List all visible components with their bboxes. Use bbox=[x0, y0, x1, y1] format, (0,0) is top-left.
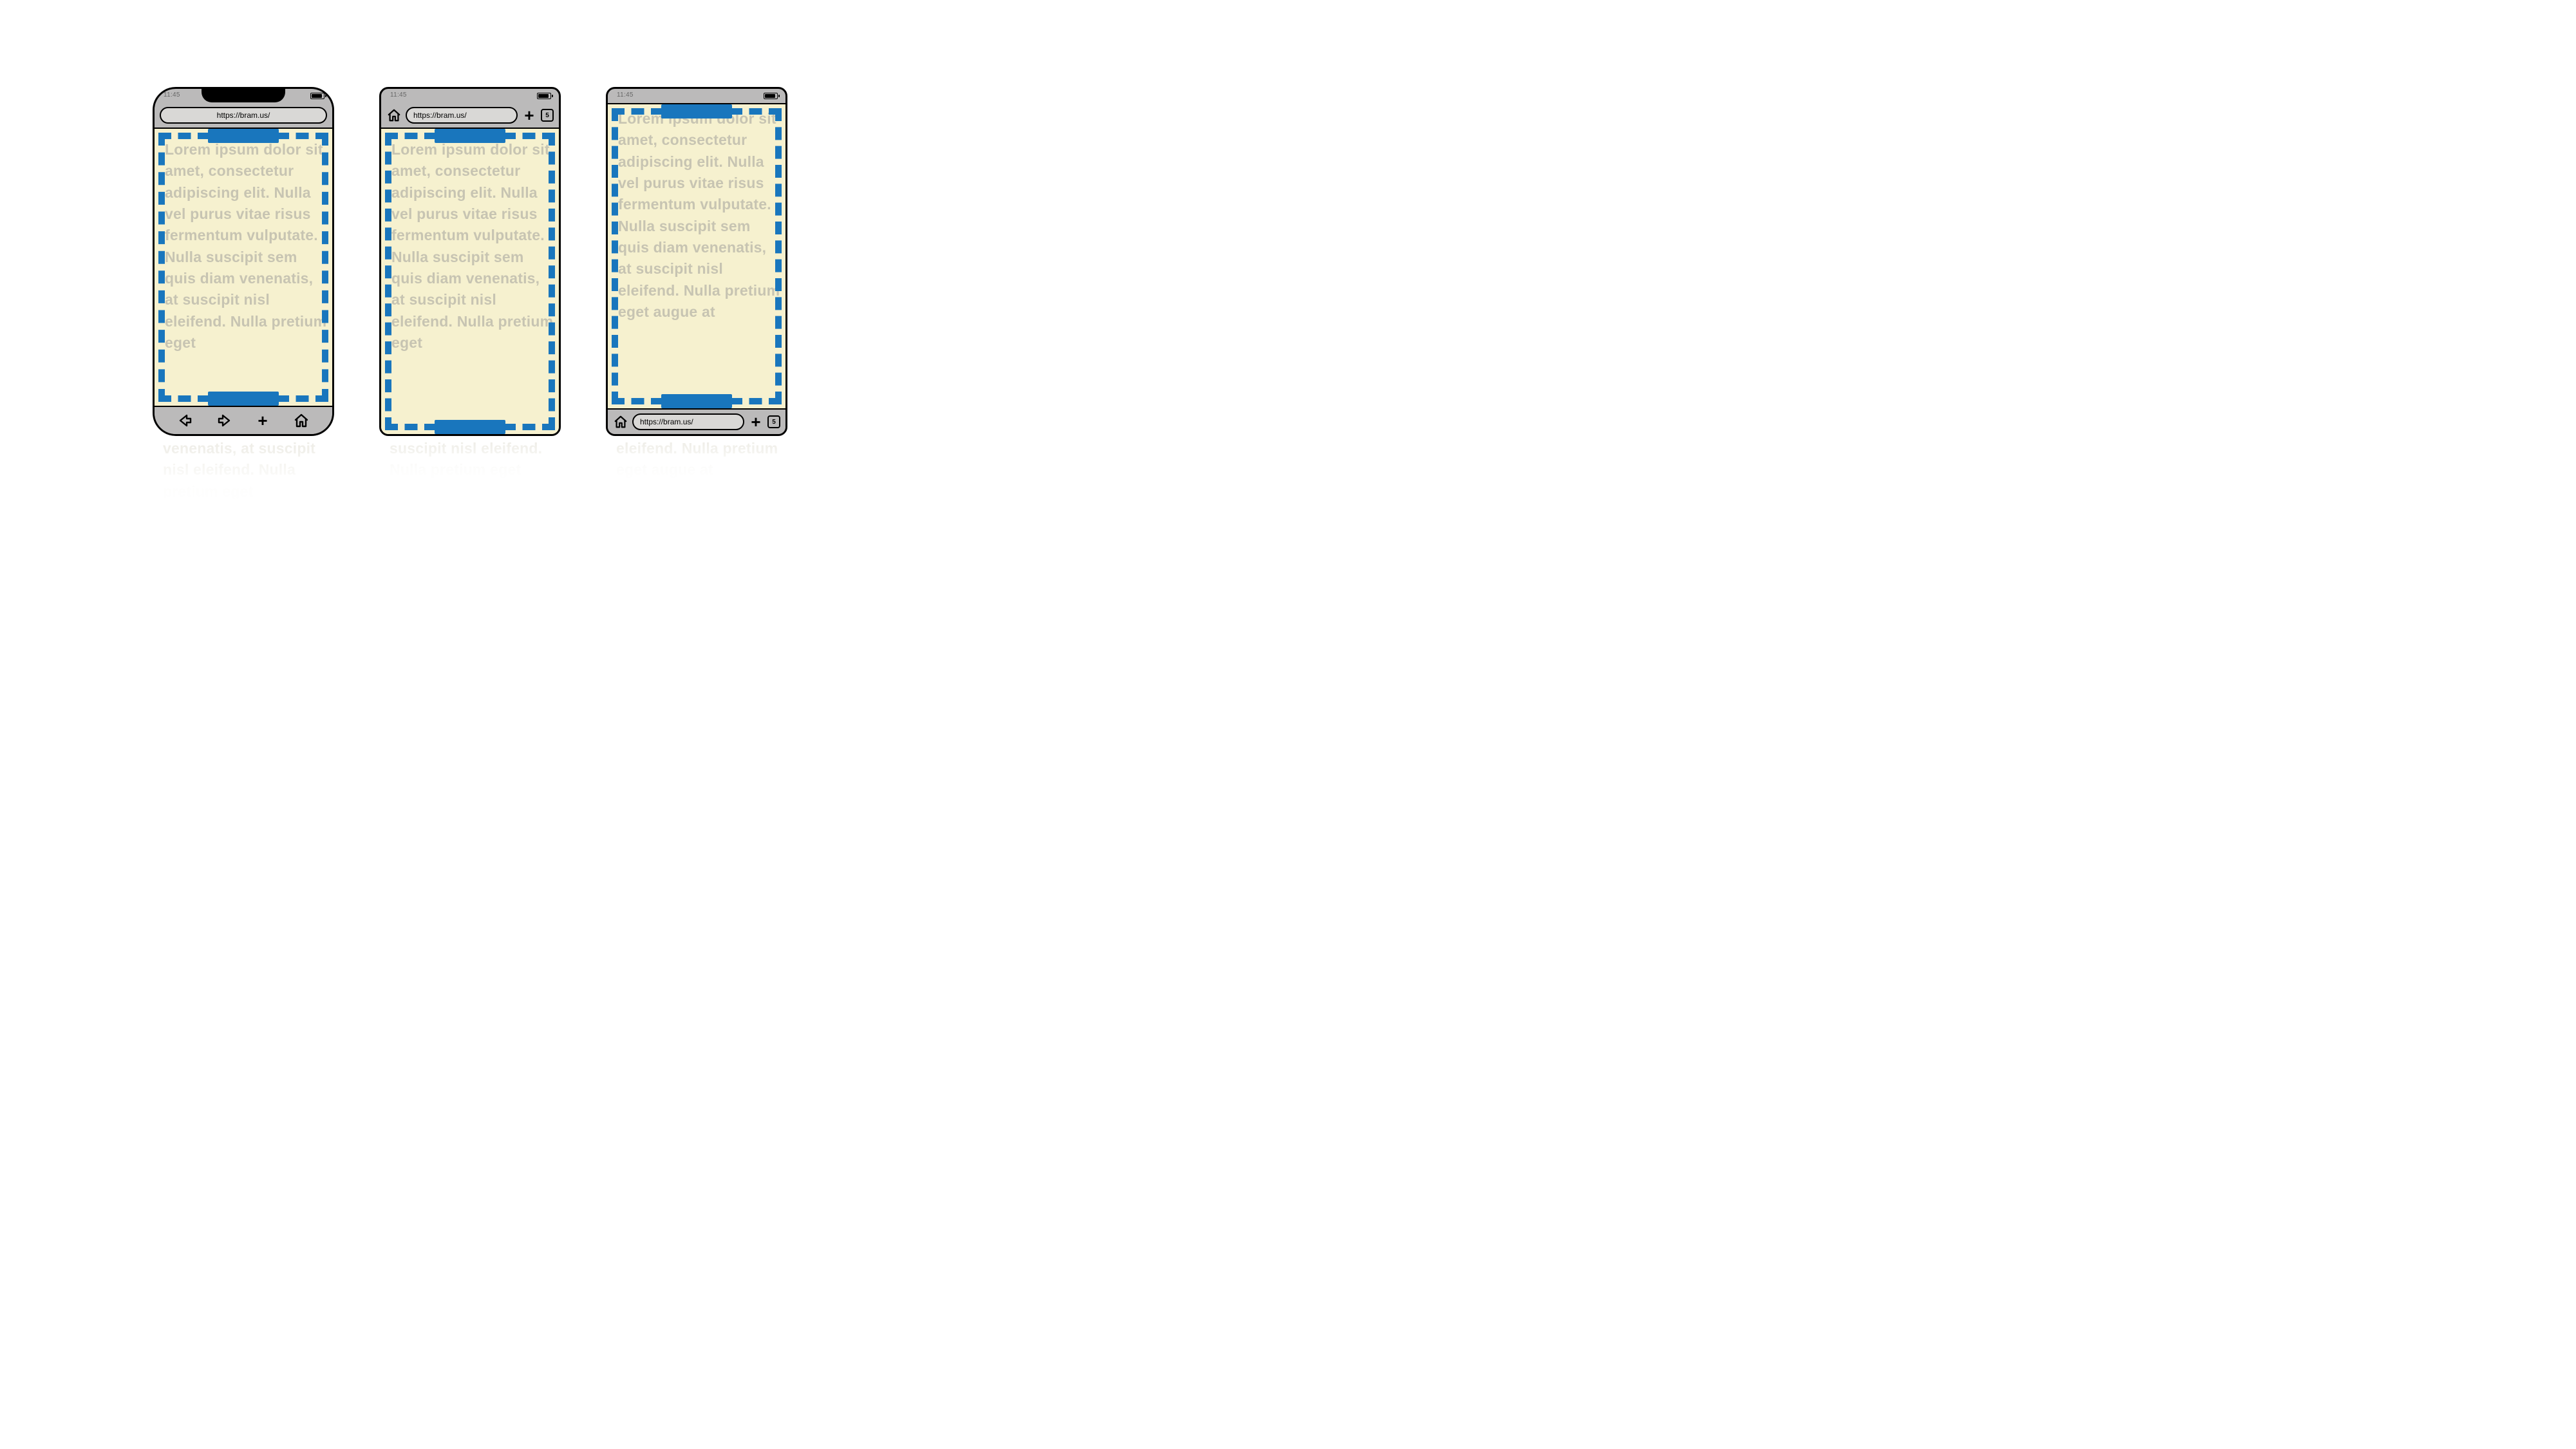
safe-area-marker-top bbox=[435, 129, 505, 143]
tab-count-badge[interactable]: 5 bbox=[541, 109, 554, 122]
page-body-text: Lorem ipsum dolor sit amet, consectetur … bbox=[618, 108, 780, 323]
reflection-text: suscipit nisl eleifend. Nulla pretium eg… bbox=[379, 438, 561, 481]
home-icon[interactable] bbox=[613, 414, 628, 430]
new-tab-icon[interactable]: + bbox=[748, 414, 764, 430]
home-icon[interactable] bbox=[386, 108, 402, 123]
url-bar[interactable]: https://bram.us/ bbox=[406, 107, 518, 124]
safe-area-marker-top bbox=[208, 129, 279, 143]
url-bar[interactable]: https://bram.us/ bbox=[160, 107, 327, 124]
tab-count-value: 5 bbox=[772, 419, 776, 426]
tab-count-badge[interactable]: 5 bbox=[767, 415, 780, 428]
status-bar: 11:45 bbox=[381, 89, 559, 103]
url-text: https://bram.us/ bbox=[413, 111, 467, 120]
status-time: 11:45 bbox=[164, 91, 180, 99]
safe-area-marker-bottom bbox=[208, 392, 279, 406]
url-bar[interactable]: https://bram.us/ bbox=[632, 413, 744, 430]
page-viewport: Lorem ipsum dolor sit amet, consectetur … bbox=[608, 103, 785, 408]
url-text: https://bram.us/ bbox=[640, 417, 693, 426]
device-frame-notched: 11:45 https://bram.us/ Lorem ipsum dolor… bbox=[153, 87, 334, 436]
safe-area-marker-bottom bbox=[661, 394, 732, 408]
browser-toolbar-bottom: + bbox=[155, 406, 332, 434]
status-time: 11:45 bbox=[617, 91, 634, 99]
page-viewport: Lorem ipsum dolor sit amet, consectetur … bbox=[381, 129, 559, 434]
tab-count-value: 5 bbox=[545, 112, 549, 119]
battery-icon bbox=[764, 93, 778, 99]
url-text: https://bram.us/ bbox=[217, 111, 270, 120]
back-icon[interactable] bbox=[178, 413, 193, 428]
new-tab-icon[interactable]: + bbox=[255, 413, 270, 428]
battery-icon bbox=[310, 93, 324, 99]
diagram-stage: 11:45 https://bram.us/ Lorem ipsum dolor… bbox=[0, 0, 940, 528]
device-frame-flat-bottom: 11:45 Lorem ipsum dolor sit amet, consec… bbox=[606, 87, 787, 436]
page-body-text: Lorem ipsum dolor sit amet, consectetur … bbox=[391, 139, 554, 354]
battery-icon bbox=[537, 93, 551, 99]
safe-area-marker-top bbox=[661, 104, 732, 118]
page-viewport: Lorem ipsum dolor sit amet, consectetur … bbox=[155, 129, 332, 406]
browser-toolbar-top: https://bram.us/ bbox=[155, 103, 332, 129]
reflection-text: eleifend. Nulla pretium eget augue at bbox=[606, 438, 787, 481]
reflection-text: venenatis, at suscipit nisl eleifend. Nu… bbox=[153, 438, 334, 502]
status-bar: 11:45 bbox=[608, 89, 785, 103]
browser-toolbar-bottom: https://bram.us/ + 5 bbox=[608, 408, 785, 434]
browser-toolbar-top: https://bram.us/ + 5 bbox=[381, 103, 559, 129]
device-notch bbox=[202, 87, 285, 102]
forward-icon[interactable] bbox=[216, 413, 232, 428]
new-tab-icon[interactable]: + bbox=[522, 108, 537, 123]
page-body-text: Lorem ipsum dolor sit amet, consectetur … bbox=[165, 139, 327, 354]
device-frame-flat-top: 11:45 https://bram.us/ + 5 Lorem ipsum d… bbox=[379, 87, 561, 436]
status-time: 11:45 bbox=[390, 91, 407, 99]
home-icon[interactable] bbox=[294, 413, 309, 428]
safe-area-marker-bottom bbox=[435, 420, 505, 434]
